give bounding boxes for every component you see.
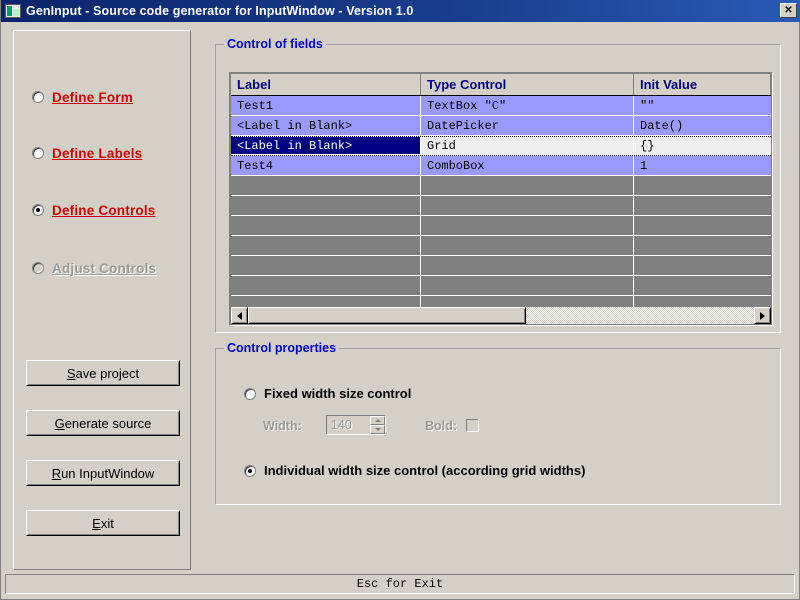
- sidebar-item-label: Define Labels: [52, 146, 142, 161]
- table-row-empty[interactable]: [231, 196, 771, 216]
- client-area: Define Form Define Labels Define Control…: [1, 22, 799, 598]
- table-row-selected[interactable]: <Label in Blank> Grid {}: [231, 136, 771, 156]
- cell-label[interactable]: Test4: [231, 156, 421, 176]
- radio-adjust-controls-icon: [32, 262, 44, 274]
- grid-header-row: Label Type Control Init Value: [231, 74, 771, 96]
- column-header-init-value[interactable]: Init Value: [634, 74, 771, 95]
- option-individual-width[interactable]: Individual width size control (according…: [244, 463, 585, 478]
- width-input: 140: [327, 416, 370, 434]
- scroll-left-icon[interactable]: [231, 307, 248, 324]
- fields-grid[interactable]: Label Type Control Init Value Test1 Text…: [229, 72, 773, 326]
- title-bar: GenInput - Source code generator for Inp…: [1, 0, 800, 22]
- navigation-panel: Define Form Define Labels Define Control…: [13, 30, 191, 570]
- sidebar-item-adjust-controls: Adjust Controls: [32, 259, 156, 277]
- status-bar: Esc for Exit: [5, 574, 795, 594]
- fields-grid-body: Label Type Control Init Value Test1 Text…: [231, 74, 771, 307]
- scrollbar-thumb[interactable]: [248, 307, 526, 324]
- width-stepper: 140: [326, 415, 386, 435]
- cell-type-control[interactable]: ComboBox: [421, 156, 634, 176]
- table-row-empty[interactable]: [231, 176, 771, 196]
- cell-init-value[interactable]: 1: [634, 156, 771, 176]
- run-inputwindow-label: Run InputWindow: [52, 466, 155, 481]
- exit-label: Exit: [92, 516, 114, 531]
- save-project-button[interactable]: Save project: [26, 360, 180, 386]
- spin-down-icon: [370, 425, 385, 434]
- cell-label[interactable]: Test1: [231, 96, 421, 116]
- table-row-empty[interactable]: [231, 296, 771, 307]
- application-window: GenInput - Source code generator for Inp…: [0, 0, 800, 600]
- bold-checkbox: [466, 419, 479, 432]
- generate-source-button[interactable]: Generate source: [26, 410, 180, 436]
- cell-label[interactable]: <Label in Blank>: [231, 116, 421, 136]
- save-project-label: Save project: [67, 366, 139, 381]
- radio-individual-width-icon[interactable]: [244, 465, 256, 477]
- group-legend: Control properties: [224, 341, 339, 355]
- cell-type-control[interactable]: TextBox "C": [421, 96, 634, 116]
- generate-source-label: Generate source: [55, 416, 152, 431]
- table-row-empty[interactable]: [231, 256, 771, 276]
- cell-init-value[interactable]: Date(): [634, 116, 771, 136]
- cell-type-control[interactable]: DatePicker: [421, 116, 634, 136]
- option-individual-width-label: Individual width size control (according…: [264, 463, 585, 478]
- sidebar-item-label: Define Controls: [52, 203, 156, 218]
- table-row-empty[interactable]: [231, 276, 771, 296]
- radio-define-form-icon[interactable]: [32, 91, 44, 103]
- status-text: Esc for Exit: [357, 577, 443, 591]
- sidebar-item-label: Adjust Controls: [52, 261, 156, 276]
- exit-button[interactable]: Exit: [26, 510, 180, 536]
- sidebar-item-define-controls[interactable]: Define Controls: [32, 201, 156, 219]
- run-inputwindow-button[interactable]: Run InputWindow: [26, 460, 180, 486]
- cell-init-value[interactable]: "": [634, 96, 771, 116]
- cell-type-control[interactable]: Grid: [421, 137, 634, 155]
- group-legend: Control of fields: [224, 37, 326, 51]
- radio-define-labels-icon[interactable]: [32, 147, 44, 159]
- app-icon: [5, 4, 21, 18]
- close-icon[interactable]: ✕: [780, 3, 797, 18]
- column-header-type-control[interactable]: Type Control: [421, 74, 634, 95]
- horizontal-scrollbar[interactable]: [231, 307, 771, 324]
- scrollbar-track[interactable]: [248, 307, 754, 324]
- bold-field-label: Bold:: [425, 419, 457, 433]
- scroll-right-icon[interactable]: [754, 307, 771, 324]
- column-header-label[interactable]: Label: [231, 74, 421, 95]
- width-field-label: Width:: [263, 419, 302, 433]
- table-row[interactable]: Test1 TextBox "C" "": [231, 96, 771, 116]
- radio-fixed-width-icon[interactable]: [244, 388, 256, 400]
- sidebar-item-define-form[interactable]: Define Form: [32, 88, 133, 106]
- table-row-empty[interactable]: [231, 216, 771, 236]
- table-row[interactable]: <Label in Blank> DatePicker Date(): [231, 116, 771, 136]
- radio-define-controls-icon[interactable]: [32, 204, 44, 216]
- spinner-buttons: [370, 416, 385, 434]
- option-fixed-width[interactable]: Fixed width size control: [244, 386, 411, 401]
- table-row-empty[interactable]: [231, 236, 771, 256]
- cell-label[interactable]: <Label in Blank>: [231, 137, 421, 155]
- window-title: GenInput - Source code generator for Inp…: [26, 4, 413, 18]
- spin-up-icon: [370, 416, 385, 425]
- option-fixed-width-label: Fixed width size control: [264, 386, 411, 401]
- sidebar-item-label: Define Form: [52, 90, 133, 105]
- cell-init-value[interactable]: {}: [634, 137, 771, 155]
- sidebar-item-define-labels[interactable]: Define Labels: [32, 144, 142, 162]
- table-row[interactable]: Test4 ComboBox 1: [231, 156, 771, 176]
